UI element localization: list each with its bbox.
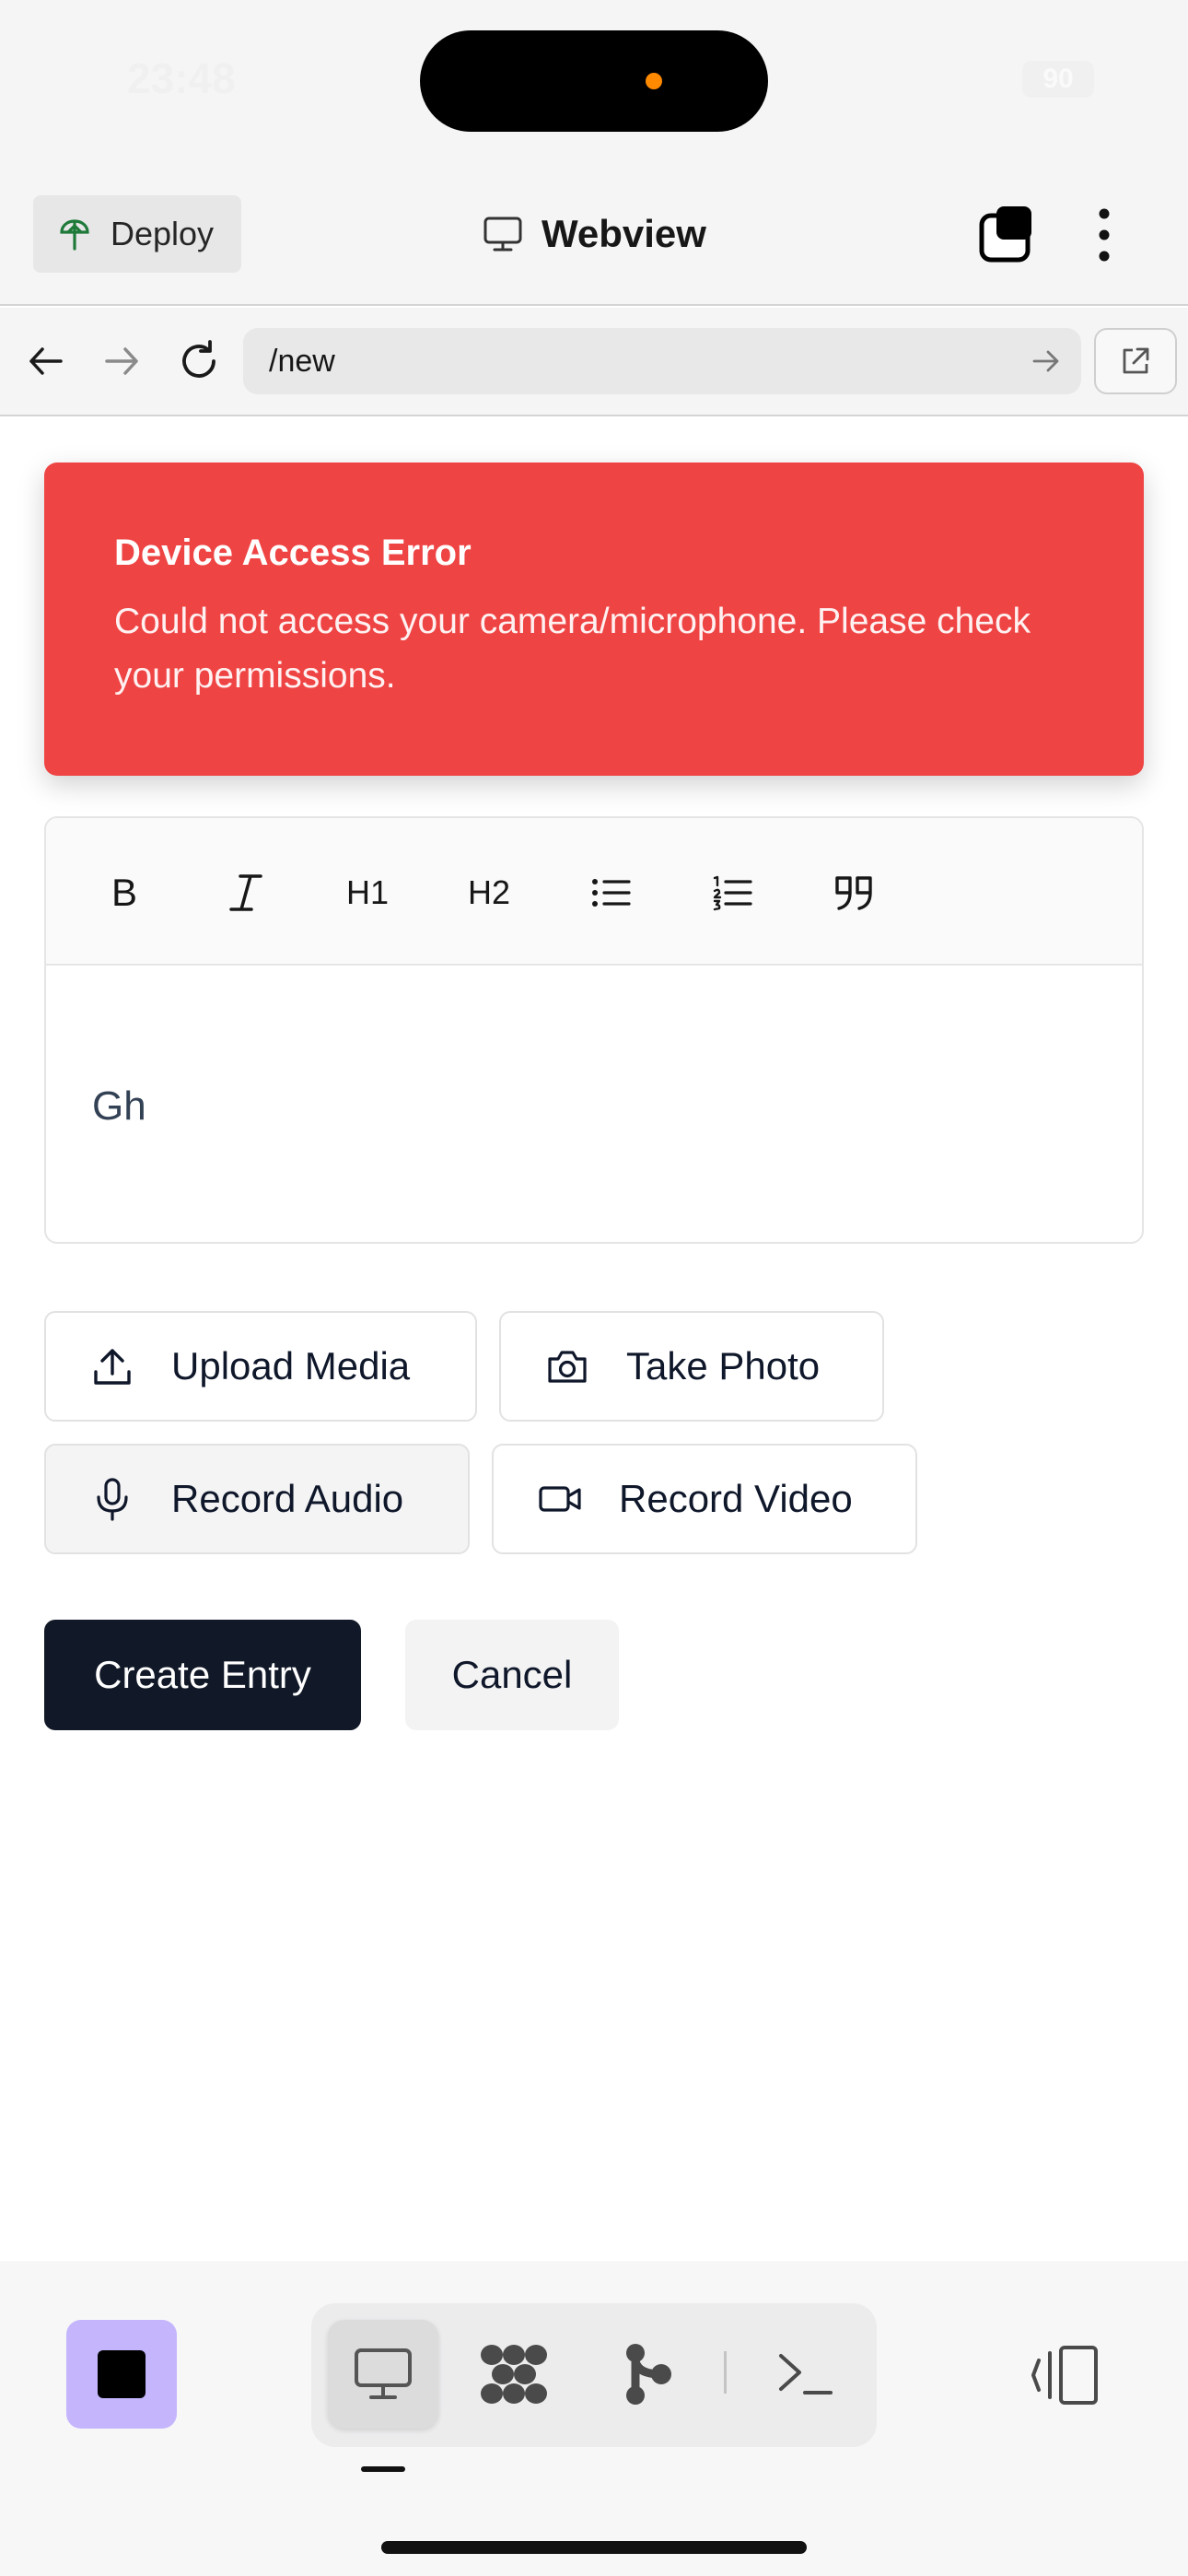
upload-media-button[interactable]: Upload Media <box>44 1311 477 1422</box>
take-photo-label: Take Photo <box>626 1344 821 1388</box>
webview-title-text: Webview <box>542 212 706 255</box>
bullet-list-button[interactable] <box>578 861 643 925</box>
heading2-button[interactable]: H2 <box>457 861 521 925</box>
heading1-icon: H1 <box>345 873 390 911</box>
tab-integrations[interactable] <box>459 2320 569 2429</box>
editor-content-text: Gh <box>92 1083 146 1129</box>
tabs-switch-icon[interactable] <box>976 205 1037 265</box>
recording-indicator-dot <box>646 73 662 89</box>
record-audio-button[interactable]: Record Audio <box>44 1444 470 1554</box>
toast-title: Device Access Error <box>114 533 472 573</box>
editor-content-area[interactable]: Gh <box>46 966 1142 1242</box>
record-audio-label: Record Audio <box>171 1477 404 1520</box>
stop-button[interactable] <box>66 2320 177 2429</box>
status-time: 23:48 <box>127 54 236 102</box>
monitor-icon <box>483 216 523 252</box>
take-photo-button[interactable]: Take Photo <box>499 1311 884 1422</box>
puzzle-grid-icon <box>479 2342 549 2406</box>
bold-icon: B <box>111 871 137 914</box>
heading2-icon: H2 <box>467 873 511 911</box>
tab-source-control[interactable] <box>593 2320 704 2429</box>
battery-indicator: 90 <box>1022 61 1094 98</box>
webview-title: Webview <box>483 205 706 263</box>
more-options-icon[interactable] <box>1090 205 1118 265</box>
quote-button[interactable] <box>821 861 886 925</box>
rich-text-editor: B H1 H2 Gh <box>44 816 1144 1244</box>
italic-button[interactable] <box>214 861 278 925</box>
switcher-divider <box>724 2351 727 2394</box>
back-icon[interactable] <box>24 339 68 383</box>
deploy-button[interactable]: Deploy <box>33 195 241 273</box>
microphone-icon <box>85 1477 140 1521</box>
heading1-button[interactable]: H1 <box>335 861 400 925</box>
tab-terminal[interactable] <box>750 2320 860 2429</box>
upload-icon <box>85 1346 140 1387</box>
panel-toggle-icon[interactable] <box>1028 2340 1101 2410</box>
bold-button[interactable]: B <box>92 861 157 925</box>
numbered-list-icon <box>712 874 752 911</box>
numbered-list-button[interactable] <box>700 861 764 925</box>
record-video-label: Record Video <box>619 1477 853 1520</box>
bullet-list-icon <box>590 874 631 911</box>
open-external-button[interactable] <box>1094 328 1177 394</box>
create-entry-button[interactable]: Create Entry <box>44 1620 361 1730</box>
error-toast: Device Access Error Could not access you… <box>44 463 1144 776</box>
git-branch-icon <box>623 2342 674 2406</box>
terminal-icon <box>775 2350 834 2398</box>
camera-icon <box>540 1348 595 1385</box>
go-arrow-icon[interactable] <box>1030 345 1063 378</box>
active-tab-indicator <box>361 2466 405 2472</box>
cancel-button[interactable]: Cancel <box>405 1620 619 1730</box>
home-indicator[interactable] <box>381 2541 807 2554</box>
tab-webview[interactable] <box>328 2320 438 2429</box>
deploy-icon <box>59 216 90 252</box>
stop-icon <box>98 2350 146 2398</box>
editor-toolbar: B H1 H2 <box>46 818 1142 966</box>
upload-media-label: Upload Media <box>171 1344 411 1388</box>
record-video-button[interactable]: Record Video <box>492 1444 917 1554</box>
deploy-label: Deploy <box>111 215 215 252</box>
monitor-icon <box>353 2347 413 2402</box>
reload-icon[interactable] <box>175 337 223 385</box>
forward-icon[interactable] <box>99 339 144 383</box>
url-input[interactable]: /new <box>243 328 1081 394</box>
video-camera-icon <box>532 1482 588 1516</box>
italic-icon <box>227 872 264 913</box>
external-link-icon <box>1119 345 1152 378</box>
quote-icon <box>833 874 874 911</box>
toast-message: Could not access your camera/microphone.… <box>114 602 1031 696</box>
dynamic-island <box>420 30 768 132</box>
